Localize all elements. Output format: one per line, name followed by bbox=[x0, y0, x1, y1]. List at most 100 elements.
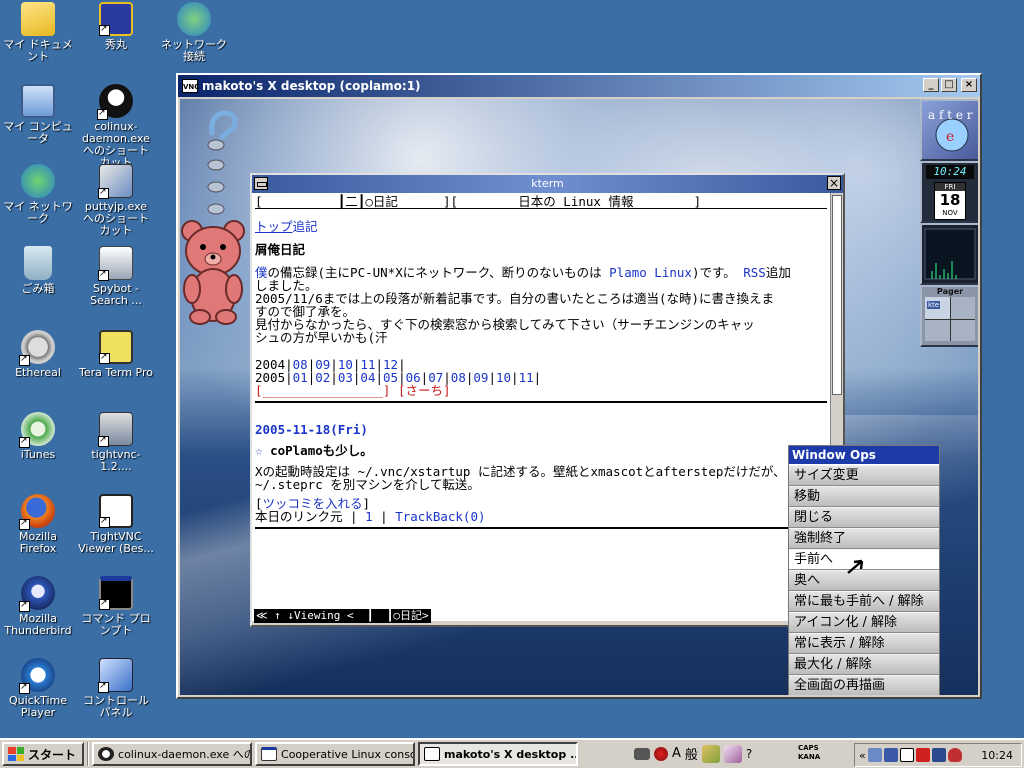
start-button[interactable]: スタート bbox=[2, 742, 85, 766]
network-tray-icon[interactable] bbox=[867, 748, 882, 762]
vnc-tray-icon[interactable] bbox=[899, 748, 914, 762]
intro-line-1: 僕の備忘録(主にPC-UN*Xにネットワーク、断りのないものは Plamo Li… bbox=[255, 266, 827, 279]
desktop-icon-command-prompt[interactable]: コマンド プロンプト bbox=[78, 576, 154, 637]
desktop-icon-my-network[interactable]: マイ ネットワーク bbox=[0, 164, 76, 225]
desktop-icon-label: コマンド プロンプト bbox=[81, 612, 151, 637]
kterm-title-bar[interactable]: kterm × bbox=[252, 175, 843, 193]
x-desktop-area[interactable]: a f t e r e 10:24 FRI 18 NOV Pager kte k… bbox=[180, 99, 978, 695]
entry-date[interactable]: 2005-11-18(Fri) bbox=[255, 423, 827, 436]
vnc-title-bar[interactable]: VNC makoto's X desktop (coplamo:1) _ □ × bbox=[178, 75, 980, 97]
trackback-link[interactable]: TrackBack(0) bbox=[395, 509, 485, 524]
pager-desk-4[interactable] bbox=[950, 319, 975, 341]
window-ops-item[interactable]: 常に最も手前へ / 解除 bbox=[789, 591, 939, 612]
window-ops-item[interactable]: サイズ変更 bbox=[789, 465, 939, 486]
desktop-icon-control-panel[interactable]: コントロール パネル bbox=[78, 658, 154, 719]
terminal-content[interactable]: [ ┃二┃○日記 ][ 日本の Linux 情報 ] トップ追記 屑俺日記 僕の… bbox=[252, 193, 830, 621]
wharf-afterstep-logo[interactable]: a f t e r e bbox=[920, 99, 978, 161]
window-ops-item[interactable]: 常に表示 / 解除 bbox=[789, 633, 939, 654]
window-ops-items: サイズ変更 移動 閉じる 強制終了 手前へ 奥へ 常に最も手前へ / 解除 アイコン化 / 解… bbox=[789, 465, 939, 695]
search-input[interactable]: [________________] bbox=[255, 383, 390, 398]
kterm-window[interactable]: kterm × [ ┃二┃○日記 ][ 日本の Linux 情報 ] トップ追記… bbox=[250, 173, 845, 627]
close-icon[interactable]: × bbox=[961, 78, 977, 92]
vnc-app-icon: VNC bbox=[182, 79, 199, 93]
shortcut-arrow-icon bbox=[99, 515, 110, 528]
shield-tray-icon[interactable] bbox=[947, 748, 962, 762]
vnc-viewer-window[interactable]: VNC makoto's X desktop (coplamo:1) _ □ × bbox=[176, 73, 982, 699]
desktop-icon-spybot[interactable]: Spybot - Search ... bbox=[78, 246, 154, 307]
desktop-icon-thunderbird[interactable]: Mozilla Thunderbird bbox=[0, 576, 76, 637]
system-tray: « 10:24 bbox=[854, 743, 1022, 767]
maximize-icon[interactable]: □ bbox=[941, 78, 957, 92]
plamo-linux-link[interactable]: Plamo Linux bbox=[609, 265, 692, 280]
window-ops-item[interactable]: 奥へ bbox=[789, 570, 939, 591]
window-ops-item[interactable]: 閉じる bbox=[789, 507, 939, 528]
window-ops-item[interactable]: 最大化 / 解除 bbox=[789, 654, 939, 675]
display-tray-icon[interactable] bbox=[931, 748, 946, 762]
taskbar-button-colinux-daemon[interactable]: colinux-daemon.exe への... bbox=[92, 742, 253, 766]
top-link[interactable]: トップ bbox=[255, 219, 293, 234]
window-ops-item[interactable]: 移動 bbox=[789, 486, 939, 507]
desktop-icon-hidemaru[interactable]: 秀丸 bbox=[78, 2, 154, 51]
ime-help-icon[interactable]: ? bbox=[746, 747, 752, 761]
desktop-icon-label: ネットワーク接続 bbox=[161, 38, 227, 63]
ime-tools-icon[interactable] bbox=[701, 744, 720, 763]
wharf-pager[interactable]: Pager kte bbox=[920, 285, 978, 347]
ime-keyboard-icon[interactable] bbox=[634, 747, 650, 760]
append-link[interactable]: 追記 bbox=[293, 219, 318, 234]
antivirus-tray-icon[interactable] bbox=[915, 748, 930, 762]
network-tray-icon-2[interactable] bbox=[883, 748, 898, 762]
wharf-clock-calendar[interactable]: 10:24 FRI 18 NOV bbox=[920, 161, 978, 223]
pager-desk-3[interactable] bbox=[925, 319, 950, 341]
entry-title: ☆ coPlamoも少し。 bbox=[255, 444, 827, 457]
desktop-icon-tera-term[interactable]: Tera Term Pro bbox=[78, 330, 154, 379]
ime-red-icon[interactable] bbox=[654, 746, 668, 761]
desktop-icon-recycle-bin[interactable]: ごみ箱 bbox=[0, 246, 76, 295]
window-ops-item[interactable]: 手前へ bbox=[789, 549, 939, 570]
desktop-icon-label: 秀丸 bbox=[105, 38, 127, 51]
desktop-icon-network-connections[interactable]: ネットワーク接続 bbox=[156, 2, 232, 63]
desktop-icon-puttyjp[interactable]: puttyjp.exe へのショートカット bbox=[78, 164, 154, 237]
desktop-icon-ethereal[interactable]: Ethereal bbox=[0, 330, 76, 379]
rss-link[interactable]: RSS bbox=[743, 265, 766, 280]
quicktime-icon bbox=[19, 658, 55, 694]
desktop-icon-itunes[interactable]: iTunes bbox=[0, 412, 76, 461]
taskbar-button-label: colinux-daemon.exe への... bbox=[118, 748, 253, 761]
caps-indicator: CAPS bbox=[798, 744, 819, 752]
month-link[interactable]: 11 bbox=[519, 370, 534, 385]
desktop-icon-colinux-daemon[interactable]: colinux-daemon.exe へのショートカット bbox=[78, 84, 154, 169]
ime-conversion-mode[interactable]: 般 bbox=[685, 744, 698, 763]
close-icon[interactable]: × bbox=[827, 176, 841, 190]
window-ops-item[interactable]: 強制終了 bbox=[789, 528, 939, 549]
pager-desk-1[interactable]: kte bbox=[925, 297, 950, 319]
desktop-icon-my-documents[interactable]: マイ ドキュメント bbox=[0, 2, 76, 63]
window-ops-item[interactable]: アイコン化 / 解除 bbox=[789, 612, 939, 633]
desktop-icon-label: マイ ネットワーク bbox=[3, 200, 73, 225]
ime-input-mode[interactable]: A bbox=[672, 746, 681, 761]
desktop-icon-label: tightvnc-1.2.... bbox=[91, 448, 141, 473]
month-separator: | bbox=[511, 370, 519, 385]
window-menu-icon[interactable] bbox=[254, 177, 268, 190]
taskbar-button-colinux-console[interactable]: Cooperative Linux conso... bbox=[255, 742, 416, 766]
desktop-icon-tightvnc-viewer[interactable]: TightVNC Viewer (Bes... bbox=[78, 494, 154, 555]
scrollbar-thumb[interactable] bbox=[832, 195, 842, 395]
window-ops-item[interactable]: 全画面の再描画 bbox=[789, 675, 939, 695]
desktop-icon-my-computer[interactable]: マイ コンピュータ bbox=[0, 84, 76, 145]
taskbar-button-vnc-desktop[interactable]: makoto's X desktop ... bbox=[418, 742, 579, 766]
desktop-icon-label: Mozilla Firefox bbox=[19, 530, 57, 555]
wharf-load-monitor[interactable] bbox=[920, 223, 978, 285]
taskbar-clock[interactable]: 10:24 bbox=[981, 749, 1013, 762]
minimize-icon[interactable]: _ bbox=[923, 78, 939, 92]
tray-expand-icon[interactable]: « bbox=[859, 749, 866, 762]
month-link[interactable]: 09 bbox=[473, 370, 488, 385]
desktop-icon-tightvnc-installer[interactable]: tightvnc-1.2.... bbox=[78, 412, 154, 473]
month-link[interactable]: 10 bbox=[496, 370, 511, 385]
pager-desk-2[interactable] bbox=[950, 297, 975, 319]
desktop-icon-firefox[interactable]: Mozilla Firefox bbox=[0, 494, 76, 555]
desktop-icon-quicktime[interactable]: QuickTime Player bbox=[0, 658, 76, 719]
search-button[interactable]: [さーち] bbox=[398, 383, 451, 398]
pager-grid[interactable]: kte bbox=[925, 297, 975, 341]
referrer-count-link[interactable]: 1 bbox=[365, 509, 373, 524]
ime-pad-icon[interactable] bbox=[723, 744, 742, 763]
month-link[interactable]: 08 bbox=[451, 370, 466, 385]
star-icon[interactable]: ☆ bbox=[255, 443, 263, 458]
